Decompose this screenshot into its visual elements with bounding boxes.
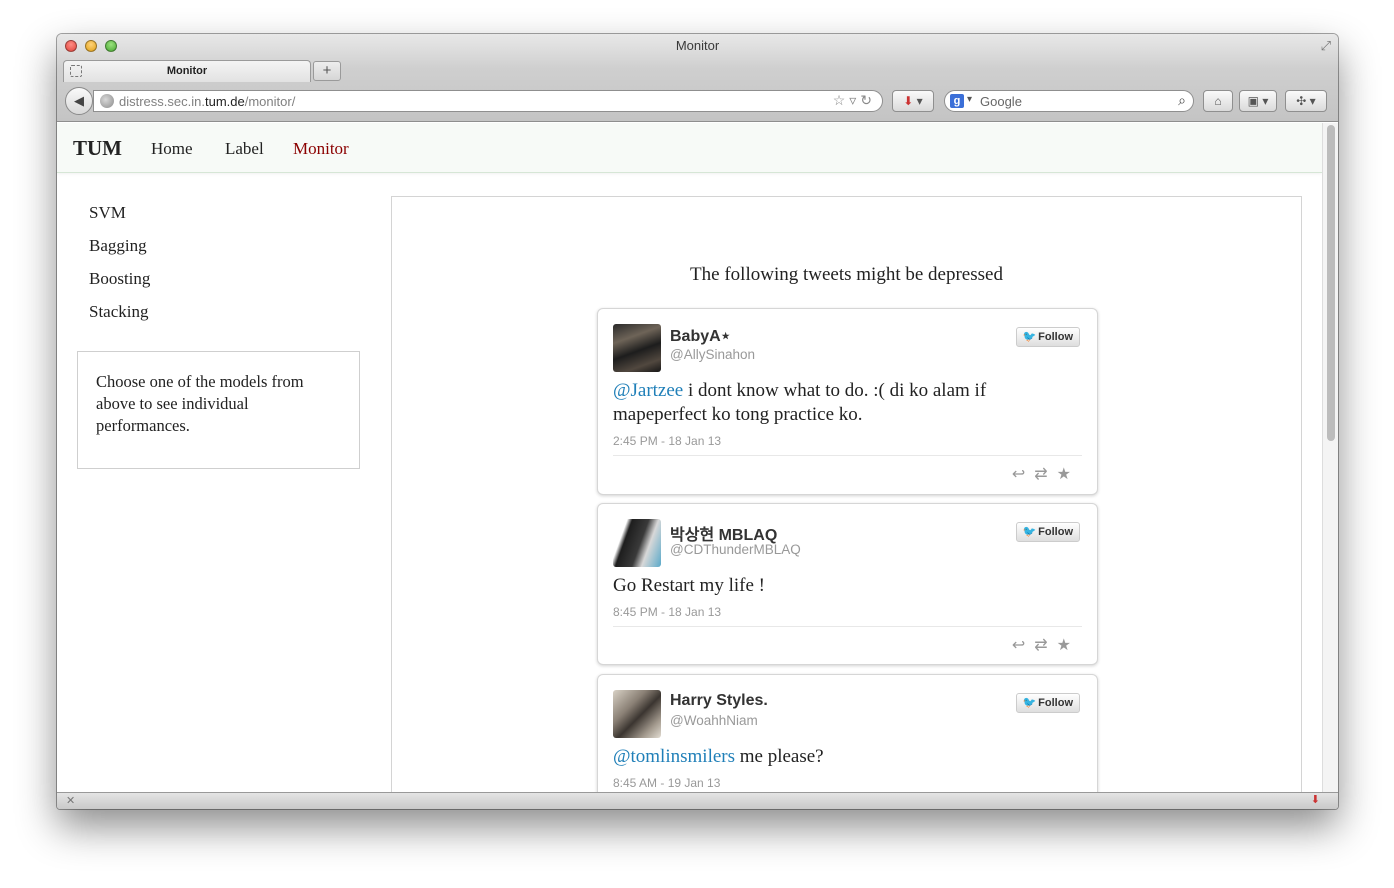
search-icon[interactable]: ⌕ (1178, 92, 1186, 109)
url-prefix: distress.sec.in. (119, 94, 205, 109)
tweet-body: me please? (735, 746, 824, 767)
bookmark-star-icon[interactable]: ☆▿↻ (833, 92, 876, 109)
tweet-divider (613, 626, 1082, 627)
new-tab-button[interactable]: + (313, 61, 341, 81)
tweet-display-name[interactable]: Harry Styles. (670, 692, 768, 710)
model-list: SVM Bagging Boosting Stacking (89, 203, 150, 335)
search-bar[interactable]: g ▾ Google ⌕ (944, 90, 1194, 112)
retweet-icon[interactable]: ⇄ (1034, 466, 1056, 483)
brand-logo[interactable]: TUM (73, 136, 122, 161)
star-icon[interactable]: ★ (1057, 466, 1080, 483)
home-button[interactable]: ⌂ (1203, 90, 1233, 112)
follow-button[interactable]: 🐦 Follow (1016, 327, 1080, 347)
tab-monitor[interactable]: Monitor (63, 60, 311, 82)
twitter-bird-icon: 🐦 (1022, 331, 1037, 343)
close-addon-bar-icon[interactable]: ✕ (66, 794, 75, 807)
google-engine-icon[interactable]: g (950, 94, 964, 108)
sidebar-item-bagging[interactable]: Bagging (89, 236, 150, 269)
nav-monitor[interactable]: Monitor (293, 139, 349, 159)
tweet-handle[interactable]: @WoahhNiam (670, 713, 758, 728)
follow-label: Follow (1038, 697, 1073, 709)
back-button[interactable]: ◀ (65, 87, 93, 115)
reply-icon[interactable]: ↩ (1012, 637, 1034, 654)
url-path: /monitor/ (244, 94, 296, 109)
follow-button[interactable]: 🐦 Follow (1016, 693, 1080, 713)
help-box: Choose one of the models from above to s… (77, 351, 360, 469)
nav-label[interactable]: Label (225, 139, 264, 159)
page-scrollbar[interactable] (1322, 123, 1338, 792)
url-domain: tum.de (204, 94, 245, 109)
download-icon: ⬇ (903, 94, 914, 108)
tweet-timestamp[interactable]: 8:45 PM - 18 Jan 13 (613, 605, 721, 619)
tweet-text: Go Restart my life ! (613, 574, 1033, 598)
browser-window: Monitor ⤢ Monitor + distress.sec.in.tum.… (57, 34, 1338, 809)
fullscreen-icon[interactable]: ⤢ (1321, 38, 1331, 54)
url-text[interactable]: distress.sec.in.tum.de/monitor/ (119, 94, 295, 109)
tweet-text: @tomlinsmilers me please? (613, 745, 1033, 769)
web-page: TUM Home Label Monitor SVM Bagging Boost… (57, 123, 1322, 792)
tab-label: Monitor (166, 65, 208, 77)
status-bar: ✕ ⬇ (57, 792, 1338, 809)
tweet-mention[interactable]: @Jartzee (613, 380, 683, 401)
bookmarks-button[interactable]: ▣ ▾ (1239, 90, 1277, 112)
star-icon[interactable]: ★ (1057, 637, 1080, 654)
top-navbar: TUM Home Label Monitor (57, 123, 1322, 173)
tweet-divider (613, 455, 1082, 456)
avatar[interactable] (613, 690, 661, 738)
retweet-icon[interactable]: ⇄ (1034, 637, 1056, 654)
sidebar-item-stacking[interactable]: Stacking (89, 302, 150, 335)
back-arrow-icon: ◀ (74, 93, 84, 108)
tweet-actions: ↩⇄★ (1012, 464, 1080, 484)
puzzle-icon: ✣ (1296, 94, 1307, 108)
nav-home[interactable]: Home (151, 139, 193, 159)
tweet-actions: ↩⇄★ (1012, 635, 1080, 655)
addon-status-icon[interactable]: ⬇ (1311, 793, 1320, 806)
follow-label: Follow (1038, 331, 1073, 343)
tweet-body: Go Restart my life ! (613, 575, 765, 596)
follow-label: Follow (1038, 526, 1073, 538)
sidebar-item-svm[interactable]: SVM (89, 203, 150, 236)
bookmarks-icon: ▣ (1247, 94, 1259, 108)
browser-toolbar: distress.sec.in.tum.de/monitor/ ☆▿↻ ◀ ⬇ … (57, 84, 1338, 120)
addons-button[interactable]: ✣ ▾ (1285, 90, 1327, 112)
engine-dropdown-icon[interactable]: ▾ (967, 94, 972, 105)
browser-chrome: Monitor ⤢ Monitor + distress.sec.in.tum.… (57, 34, 1338, 122)
tweet-card: Harry Styles. @WoahhNiam 🐦 Follow @tomlin… (597, 674, 1098, 792)
twitter-bird-icon: 🐦 (1022, 526, 1037, 538)
window-title: Monitor (675, 38, 720, 53)
tweet-text: @Jartzee i dont know what to do. :( di k… (613, 379, 1033, 427)
address-bar[interactable]: distress.sec.in.tum.de/monitor/ ☆▿↻ (93, 90, 883, 112)
tweet-timestamp[interactable]: 8:45 AM - 19 Jan 13 (613, 776, 720, 790)
tweet-handle[interactable]: @AllySinahon (670, 347, 755, 362)
tab-strip: Monitor + (57, 58, 1338, 82)
scrollbar-thumb[interactable] (1327, 125, 1335, 441)
twitter-bird-icon: 🐦 (1022, 697, 1037, 709)
tweet-card: 박상현 MBLAQ @CDThunderMBLAQ 🐦 Follow Go Res… (597, 503, 1098, 665)
tweet-handle[interactable]: @CDThunderMBLAQ (670, 542, 801, 557)
tweet-timestamp[interactable]: 2:45 PM - 18 Jan 13 (613, 434, 721, 448)
reply-icon[interactable]: ↩ (1012, 466, 1034, 483)
tweet-display-name[interactable]: BabyA⋆ (670, 326, 731, 346)
tweet-mention[interactable]: @tomlinsmilers (613, 746, 735, 767)
globe-icon (100, 94, 114, 108)
main-panel: The following tweets might be depressed … (391, 196, 1302, 792)
avatar[interactable] (613, 324, 661, 372)
avatar[interactable] (613, 519, 661, 567)
home-icon: ⌂ (1214, 94, 1222, 108)
tweet-card: BabyA⋆ @AllySinahon 🐦 Follow @Jartzee i d… (597, 308, 1098, 495)
follow-button[interactable]: 🐦 Follow (1016, 522, 1080, 542)
sidebar-item-boosting[interactable]: Boosting (89, 269, 150, 302)
search-input[interactable]: Google (980, 94, 1022, 109)
page-heading: The following tweets might be depressed (690, 264, 1003, 285)
downloads-button[interactable]: ⬇ ▾ (892, 90, 934, 112)
